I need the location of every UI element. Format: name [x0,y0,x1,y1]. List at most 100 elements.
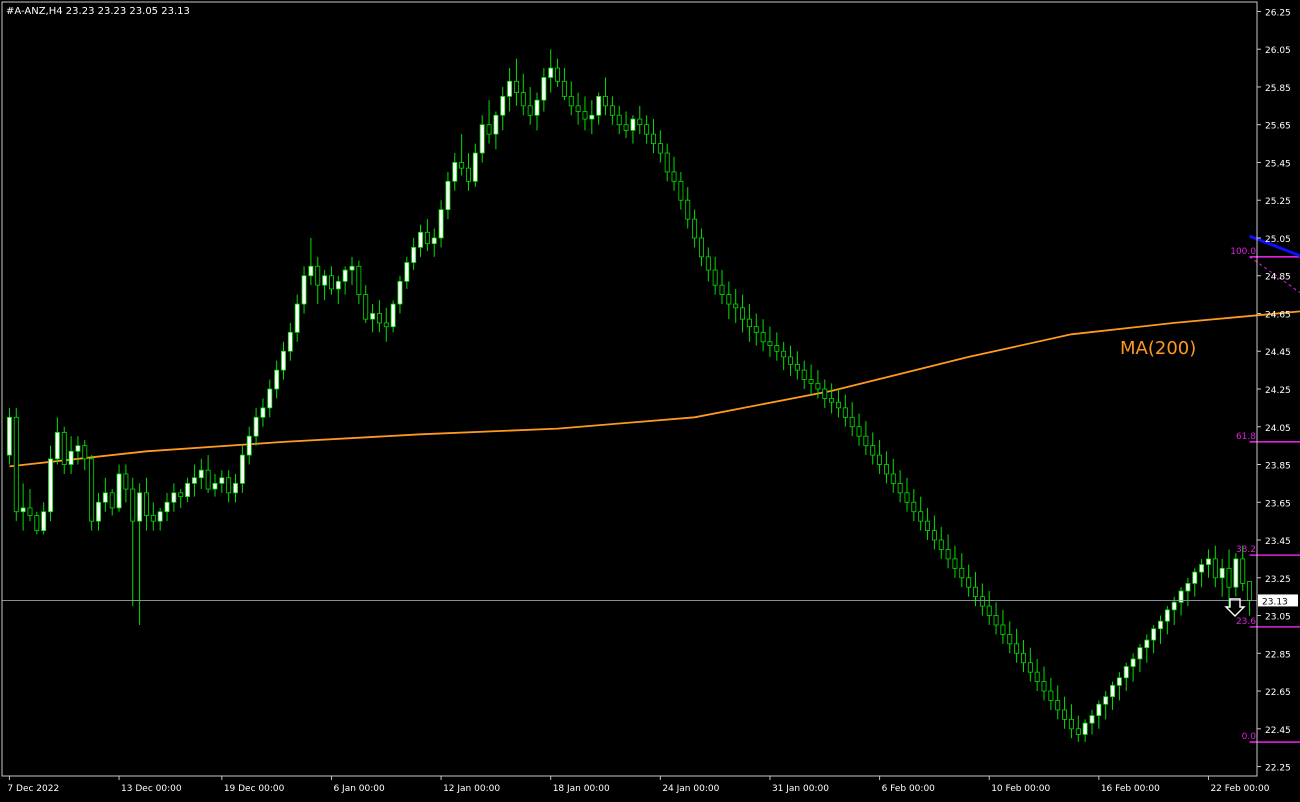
candle-body [1068,718,1074,730]
y-tick-label: 24.45 [1265,348,1291,358]
y-tick-label: 22.65 [1265,688,1291,698]
candle-body [1233,558,1239,588]
x-tick-label: 22 Feb 00:00 [1210,784,1269,794]
candle-body [322,275,328,286]
candle-body [931,530,937,541]
candle-body [657,143,663,154]
candle-body [678,180,684,201]
candle-body [54,432,60,460]
x-tick-label: 18 Jan 00:00 [553,784,610,794]
candle-body [1041,681,1047,692]
fib-level-label: 38.2 [1236,545,1256,555]
candle-body [815,382,821,390]
candle-body [370,313,376,320]
price-chart[interactable]: 100.0 61.8 38.2 23.6 0.0 23.13 26.25 26.05 25.… [0,0,1300,798]
candle-body [801,369,807,380]
candle-body [698,237,704,258]
candle-body [274,369,280,390]
candle-body [1027,662,1033,673]
candle-body [144,492,149,516]
candle-body [335,280,341,290]
candle-body [424,231,430,245]
candle-body [836,401,841,409]
candle-body [1021,652,1026,664]
candle-body [418,231,423,248]
candle-body [27,507,33,516]
candle-body [34,515,40,531]
candle-body [164,501,170,513]
chart-header: #A-ANZ,H4 23.23 23.23 23.05 23.13 [6,6,190,17]
candle-body [178,492,184,498]
y-tick-label: 26.25 [1265,8,1291,18]
y-tick-label: 24.25 [1265,386,1291,396]
candle-body [404,262,410,282]
candle-body [1240,558,1246,584]
y-tick-label: 25.65 [1265,122,1291,132]
candle-body [863,435,869,447]
candle-body [575,105,581,112]
candle-body [877,454,883,465]
candle-body [897,482,903,494]
candle-body [589,114,595,120]
candle-body [41,511,47,531]
candle-body [219,477,225,484]
candle-body [849,416,855,428]
candle-body [1048,690,1054,701]
candle-body [1089,715,1095,724]
y-tick-label: 23.85 [1265,462,1291,472]
candle-body [513,80,519,94]
candle-body [185,482,191,498]
candle-body [719,284,725,296]
candle-body [760,331,766,343]
y-tick-label: 24.85 [1265,273,1291,283]
ma-label: MA(200) [1120,338,1196,359]
candle-body [383,322,389,328]
candle-body [198,469,204,479]
candle-body [89,458,95,522]
candle-body [1055,700,1061,711]
candle-body [952,558,958,569]
candle-body [986,605,992,616]
candle-body [459,162,465,169]
fib-level-label: 61.8 [1236,432,1256,442]
candle-body [746,318,752,328]
candle-body [1110,684,1115,698]
candle-body [767,341,773,346]
candle-body [603,95,608,107]
candle-body [548,67,554,78]
candle-body [890,473,896,484]
candle-body [740,307,746,320]
y-tick-label: 24.65 [1265,310,1291,320]
x-tick-label: 24 Jan 00:00 [662,784,719,794]
candle-body [507,80,513,97]
candle-body [75,445,81,452]
candle-body [260,407,266,418]
candle-body [808,379,814,384]
candle-body [376,313,382,324]
y-tick-label: 22.85 [1265,650,1291,660]
candle-body [945,549,951,560]
candle-body [959,567,965,579]
candle-body [1164,609,1170,622]
candle-body [1000,624,1006,635]
candle-body [109,492,115,509]
candle-body [486,124,492,135]
chart[interactable]: 100.0 61.8 38.2 23.6 0.0 23.13 26.25 26.05 25.… [0,0,1300,798]
candle-body [48,458,53,513]
x-tick-label: 19 Dec 00:00 [224,784,285,794]
candle-body [979,596,985,607]
candle-body [883,464,889,475]
y-tick-label: 23.45 [1265,537,1291,547]
candle-body [918,511,924,522]
candle-body [794,364,800,371]
candle-body [856,426,862,437]
candle-body [664,152,670,173]
candle-body [774,345,780,352]
candle-body [472,152,478,182]
candle-body [541,77,547,101]
candle-body [1103,696,1109,705]
x-tick-label: 31 Jan 00:00 [772,784,829,794]
candle-body [212,482,218,490]
candle-body [1075,728,1081,735]
candle-body [226,477,232,494]
